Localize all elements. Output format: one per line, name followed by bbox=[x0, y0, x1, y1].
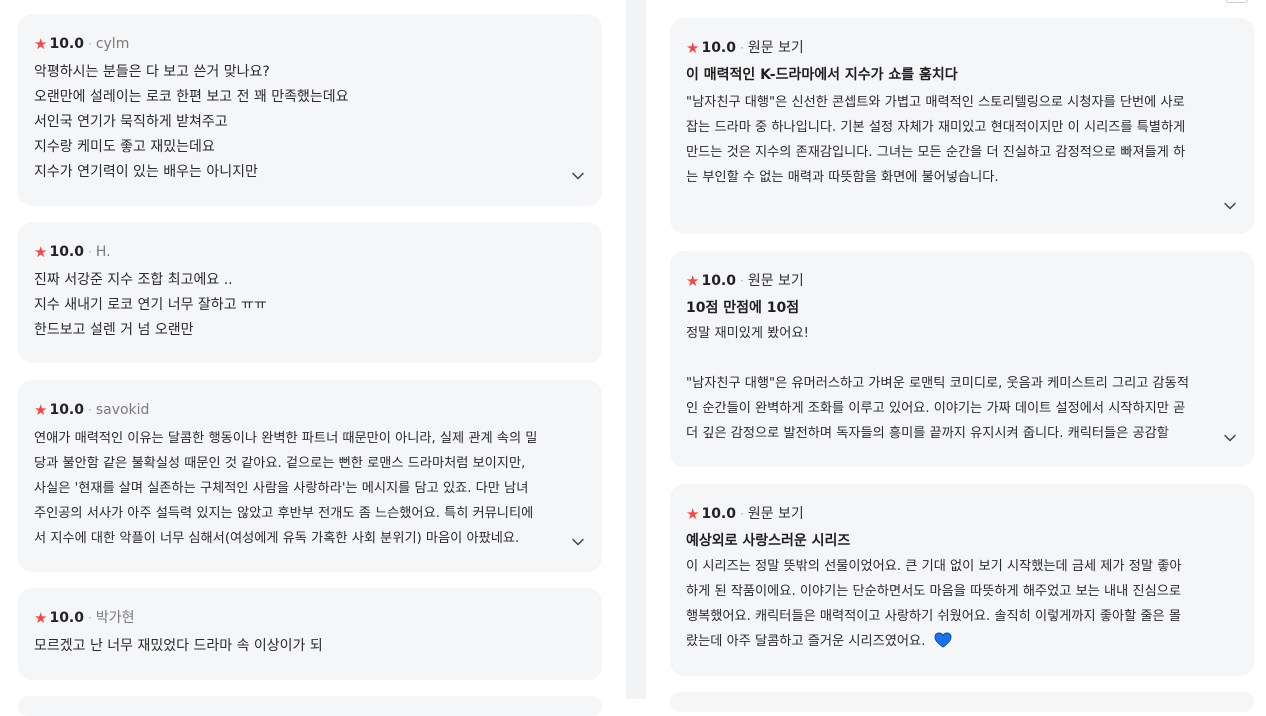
review-author: H. bbox=[95, 244, 111, 260]
review-body: 정말 재미있게 봤어요! "남자친구 대행"은 유머러스하고 가벼운 로맨틱 코… bbox=[686, 321, 1238, 446]
review-card: ★ 10.0 · savokid 연애가 매력적인 이유는 달콤한 행동이나 완… bbox=[18, 380, 602, 572]
review-card-partial bbox=[670, 692, 1254, 712]
review-text-line: "남자친구 대행"은 신선한 콘셉트와 가볍고 매력적인 스토리텔링으로 시청자… bbox=[686, 95, 1185, 110]
review-rating: 10.0 bbox=[49, 402, 84, 418]
separator-dot: · bbox=[740, 274, 744, 288]
column-divider bbox=[626, 0, 646, 699]
review-text-line: 행복했어요. 캐릭터들은 매력적이고 사랑하기 쉬웠어요. 솔직히 이렇게까지 … bbox=[686, 609, 1182, 624]
review-rating: 10.0 bbox=[49, 36, 84, 52]
review-meta: ★ 10.0 · 원문 보기 bbox=[686, 271, 1238, 291]
review-text-line: 악평하시는 분들은 다 보고 쓴거 맞나요? bbox=[34, 64, 270, 80]
review-text-line: 진짜 서강준 지수 조합 최고에요 .. bbox=[34, 272, 233, 288]
review-card: ★ 10.0 · 원문 보기 10점 만점에 10점 정말 재미있게 봤어요! … bbox=[670, 251, 1254, 467]
review-author: cylm bbox=[95, 36, 130, 52]
review-text-line: 는 부인할 수 없는 매력과 따뜻함을 화면에 불어넣습니다. bbox=[686, 170, 999, 185]
review-title: 10점 만점에 10점 bbox=[686, 300, 800, 316]
review-meta: ★ 10.0 · 원문 보기 bbox=[686, 504, 1238, 524]
chevron-down-icon[interactable] bbox=[1219, 195, 1241, 217]
review-text-line: 더 깊은 감정으로 발전하며 독자들의 흥미를 끝까지 유지시켜 줍니다. 캐릭… bbox=[686, 426, 1169, 441]
review-card: ★ 10.0 · 박가현 모르겠고 난 너무 재밌었다 드라마 속 이상이가 되 bbox=[18, 588, 602, 680]
review-text-line: 지수가 연기력이 있는 배우는 아니지만 bbox=[34, 164, 258, 180]
review-card: ★ 10.0 · 원문 보기 예상외로 사랑스러운 시리즈 이 시리즈는 정말 … bbox=[670, 484, 1254, 676]
review-author: savokid bbox=[95, 402, 150, 418]
review-rating: 10.0 bbox=[701, 506, 736, 522]
review-card: ★ 10.0 · cylm 악평하시는 분들은 다 보고 쓴거 맞나요? 오랜만… bbox=[18, 14, 602, 206]
star-icon: ★ bbox=[686, 505, 700, 523]
chevron-down-icon[interactable] bbox=[567, 531, 589, 553]
review-title: 예상외로 사랑스러운 시리즈 bbox=[686, 533, 851, 549]
separator-dot: · bbox=[88, 37, 92, 51]
review-text-line: 서 지수에 대한 악플이 너무 심해서(여성에게 유독 가혹한 사회 분위기) … bbox=[34, 531, 520, 546]
review-text-line: 지수 새내기 로코 연기 너무 잘하고 ㅠㅠ bbox=[34, 297, 267, 313]
review-meta: ★ 10.0 · 원문 보기 bbox=[686, 38, 1238, 58]
review-text-line: 당과 불안함 같은 불확실성 때문인 것 같아요. 겉으로는 뻔한 로맨스 드라… bbox=[34, 456, 526, 471]
review-text-line: 주인공의 서사가 아주 설득력 있지는 않았고 후반부 전개도 좀 느슨했어요.… bbox=[34, 506, 534, 521]
review-rating: 10.0 bbox=[49, 244, 84, 260]
review-text-segment: 랐는데 아주 달콤하고 즐거운 시리즈였어요. bbox=[686, 634, 926, 649]
review-text-line: 오랜만에 설레이는 로코 한편 보고 전 꽤 만족했는데요 bbox=[34, 89, 349, 105]
star-icon: ★ bbox=[686, 272, 700, 290]
review-text-line: 지수랑 케미도 좋고 재밌는데요 bbox=[34, 139, 215, 155]
star-icon: ★ bbox=[34, 243, 48, 261]
star-icon: ★ bbox=[686, 39, 700, 57]
view-original-link[interactable]: 원문 보기 bbox=[748, 38, 804, 58]
review-card-partial bbox=[18, 696, 602, 716]
star-icon: ★ bbox=[34, 401, 48, 419]
star-icon: ★ bbox=[34, 609, 48, 627]
review-rating: 10.0 bbox=[49, 610, 84, 626]
review-text-line: "남자친구 대행"은 유머러스하고 가벼운 로맨틱 코미디로, 웃음과 케미스트… bbox=[686, 376, 1189, 391]
review-meta: ★ 10.0 · 박가현 bbox=[34, 608, 586, 628]
chevron-down-icon[interactable] bbox=[1219, 427, 1241, 449]
separator-dot: · bbox=[88, 403, 92, 417]
review-card: ★ 10.0 · H. 진짜 서강준 지수 조합 최고에요 .. 지수 새내기 … bbox=[18, 222, 602, 363]
blue-heart-icon bbox=[934, 632, 952, 657]
review-title: 이 매력적인 K-드라마에서 지수가 쇼를 훔치다 bbox=[686, 67, 958, 83]
review-meta: ★ 10.0 · H. bbox=[34, 242, 586, 262]
review-body: "남자친구 대행"은 신선한 콘셉트와 가볍고 매력적인 스토리텔링으로 시청자… bbox=[686, 90, 1238, 190]
review-text-line: 잡는 드라마 중 하나입니다. 기본 설정 자체가 재미있고 현대적이지만 이 … bbox=[686, 120, 1186, 135]
separator-dot: · bbox=[740, 41, 744, 55]
view-original-link[interactable]: 원문 보기 bbox=[748, 271, 804, 291]
star-icon: ★ bbox=[34, 35, 48, 53]
review-text-line: 인 순간들이 완벽하게 조화를 이루고 있어요. 이야기는 가짜 데이트 설정에… bbox=[686, 401, 1186, 416]
separator-dot: · bbox=[88, 611, 92, 625]
review-text-line: 한드보고 설렌 거 넘 오랜만 bbox=[34, 322, 194, 338]
review-body: 모르겠고 난 너무 재밌었다 드라마 속 이상이가 되 bbox=[34, 634, 586, 659]
review-text-line: 정말 재미있게 봤어요! bbox=[686, 326, 809, 341]
review-text-line: 모르겠고 난 너무 재밌었다 드라마 속 이상이가 되 bbox=[34, 638, 323, 654]
chevron-down-icon[interactable] bbox=[567, 165, 589, 187]
review-text-line: 서인국 연기가 묵직하게 받쳐주고 bbox=[34, 114, 228, 130]
review-text-line: 하게 된 작품이에요. 이야기는 단순하면서도 마음을 따뜻하게 해주었고 보는… bbox=[686, 584, 1182, 599]
review-body: 연애가 매력적인 이유는 달콤한 행동이나 완벽한 파트너 때문만이 아니라, … bbox=[34, 426, 586, 551]
review-text-blank-line bbox=[686, 346, 1238, 371]
review-author: 박가현 bbox=[95, 610, 135, 626]
view-original-link[interactable]: 원문 보기 bbox=[748, 504, 804, 524]
review-text-line: 이 시리즈는 정말 뜻밖의 선물이었어요. 큰 기대 없이 보기 시작했는데 금… bbox=[686, 559, 1182, 574]
review-rating: 10.0 bbox=[701, 40, 736, 56]
separator-dot: · bbox=[88, 245, 92, 259]
review-text-line: 만드는 것은 지수의 존재감입니다. 그녀는 모든 순간을 더 진실하고 감정적… bbox=[686, 145, 1186, 160]
text-fade bbox=[1160, 423, 1220, 447]
review-body: 이 시리즈는 정말 뜻밖의 선물이었어요. 큰 기대 없이 보기 시작했는데 금… bbox=[686, 554, 1238, 654]
review-text-line: 사실은 '현재를 살며 실존하는 구체적인 사람을 사랑하라'는 메시지를 담고… bbox=[34, 481, 529, 496]
review-card: ★ 10.0 · 원문 보기 이 매력적인 K-드라마에서 지수가 쇼를 훔치다… bbox=[670, 18, 1254, 234]
review-body: 진짜 서강준 지수 조합 최고에요 .. 지수 새내기 로코 연기 너무 잘하고… bbox=[34, 268, 586, 343]
review-rating: 10.0 bbox=[701, 273, 736, 289]
review-meta: ★ 10.0 · savokid bbox=[34, 400, 586, 420]
review-body: 악평하시는 분들은 다 보고 쓴거 맞나요? 오랜만에 설레이는 로코 한편 보… bbox=[34, 60, 586, 185]
review-text-line: 연애가 매력적인 이유는 달콤한 행동이나 완벽한 파트너 때문만이 아니라, … bbox=[34, 431, 538, 446]
separator-dot: · bbox=[740, 507, 744, 521]
review-text-line: 랐는데 아주 달콤하고 즐거운 시리즈였어요. bbox=[686, 629, 1238, 654]
scroll-top-mark bbox=[1226, 0, 1248, 3]
review-meta: ★ 10.0 · cylm bbox=[34, 34, 586, 54]
